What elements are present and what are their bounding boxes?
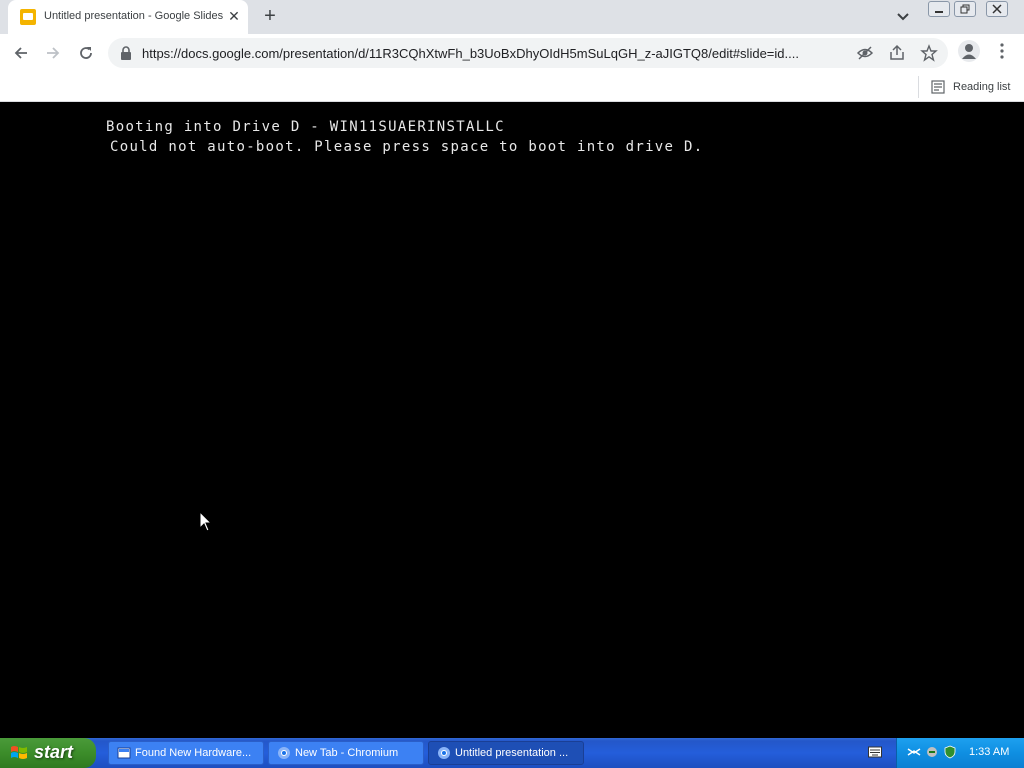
chromium-icon [438,747,450,759]
start-button[interactable]: start [0,738,96,768]
keyboard-icon[interactable] [868,746,882,758]
eye-slash-icon[interactable] [856,44,874,62]
reading-list-button[interactable]: Reading list [918,76,1010,98]
task-label: Found New Hardware... [135,747,252,759]
page-content[interactable]: Booting into Drive D - WIN11SUAERINSTALL… [0,103,1024,738]
minimize-button[interactable] [928,1,950,17]
browser-toolbar: https://docs.google.com/presentation/d/1… [0,34,1024,72]
tab-search-chevron-icon[interactable] [895,8,915,26]
reading-list-icon [931,80,945,94]
forward-arrow-icon [47,47,60,59]
taskbar-item-new-tab-chromium[interactable]: New Tab - Chromium [268,741,424,765]
star-icon[interactable] [920,44,938,62]
taskbar-item-found-new-hardware[interactable]: Found New Hardware... [108,741,264,765]
boot-message-line-1: Booting into Drive D - WIN11SUAERINSTALL… [106,119,505,135]
chromium-icon [278,747,290,759]
tab-strip: Untitled presentation - Google Slides ✕ … [0,0,1024,34]
back-arrow-icon [14,47,27,59]
safely-remove-hardware-icon[interactable] [925,745,939,759]
network-icon[interactable] [907,745,921,759]
bookmarks-bar: Reading list [0,72,1024,102]
task-label: Untitled presentation ... [455,747,569,759]
restore-button[interactable] [954,1,976,17]
system-tray: 1:33 AM [896,738,1024,768]
profile-avatar-icon[interactable] [958,40,980,62]
task-label: New Tab - Chromium [295,747,399,759]
close-window-button[interactable] [986,1,1008,17]
more-menu-icon[interactable] [994,41,1010,61]
address-bar[interactable]: https://docs.google.com/presentation/d/1… [108,38,948,68]
start-label: start [34,742,74,762]
security-shield-icon[interactable] [943,745,957,759]
reload-icon [80,47,92,59]
reload-button[interactable] [74,41,98,65]
taskbar-item-untitled-presentation[interactable]: Untitled presentation ... [428,741,584,765]
back-button[interactable] [9,41,33,65]
forward-button[interactable] [41,41,65,65]
google-slides-icon [20,9,36,25]
hardware-icon [117,747,131,759]
new-tab-button[interactable]: + [258,5,282,29]
tab-google-slides[interactable]: Untitled presentation - Google Slides ✕ [8,0,248,34]
tab-title: Untitled presentation - Google Slides [44,10,224,22]
taskbar: start Found New Hardware... New Tab - Ch… [0,738,1024,768]
mouse-pointer-icon [199,511,213,532]
share-icon[interactable] [888,44,906,62]
lock-icon[interactable] [120,46,132,60]
reading-list-label: Reading list [953,81,1011,93]
boot-message-line-2: Could not auto-boot. Please press space … [110,139,704,155]
windows-flag-icon [11,746,27,759]
url-text[interactable]: https://docs.google.com/presentation/d/1… [142,46,854,61]
taskbar-clock[interactable]: 1:33 AM [969,746,1009,758]
tab-close-icon[interactable]: ✕ [226,7,242,25]
